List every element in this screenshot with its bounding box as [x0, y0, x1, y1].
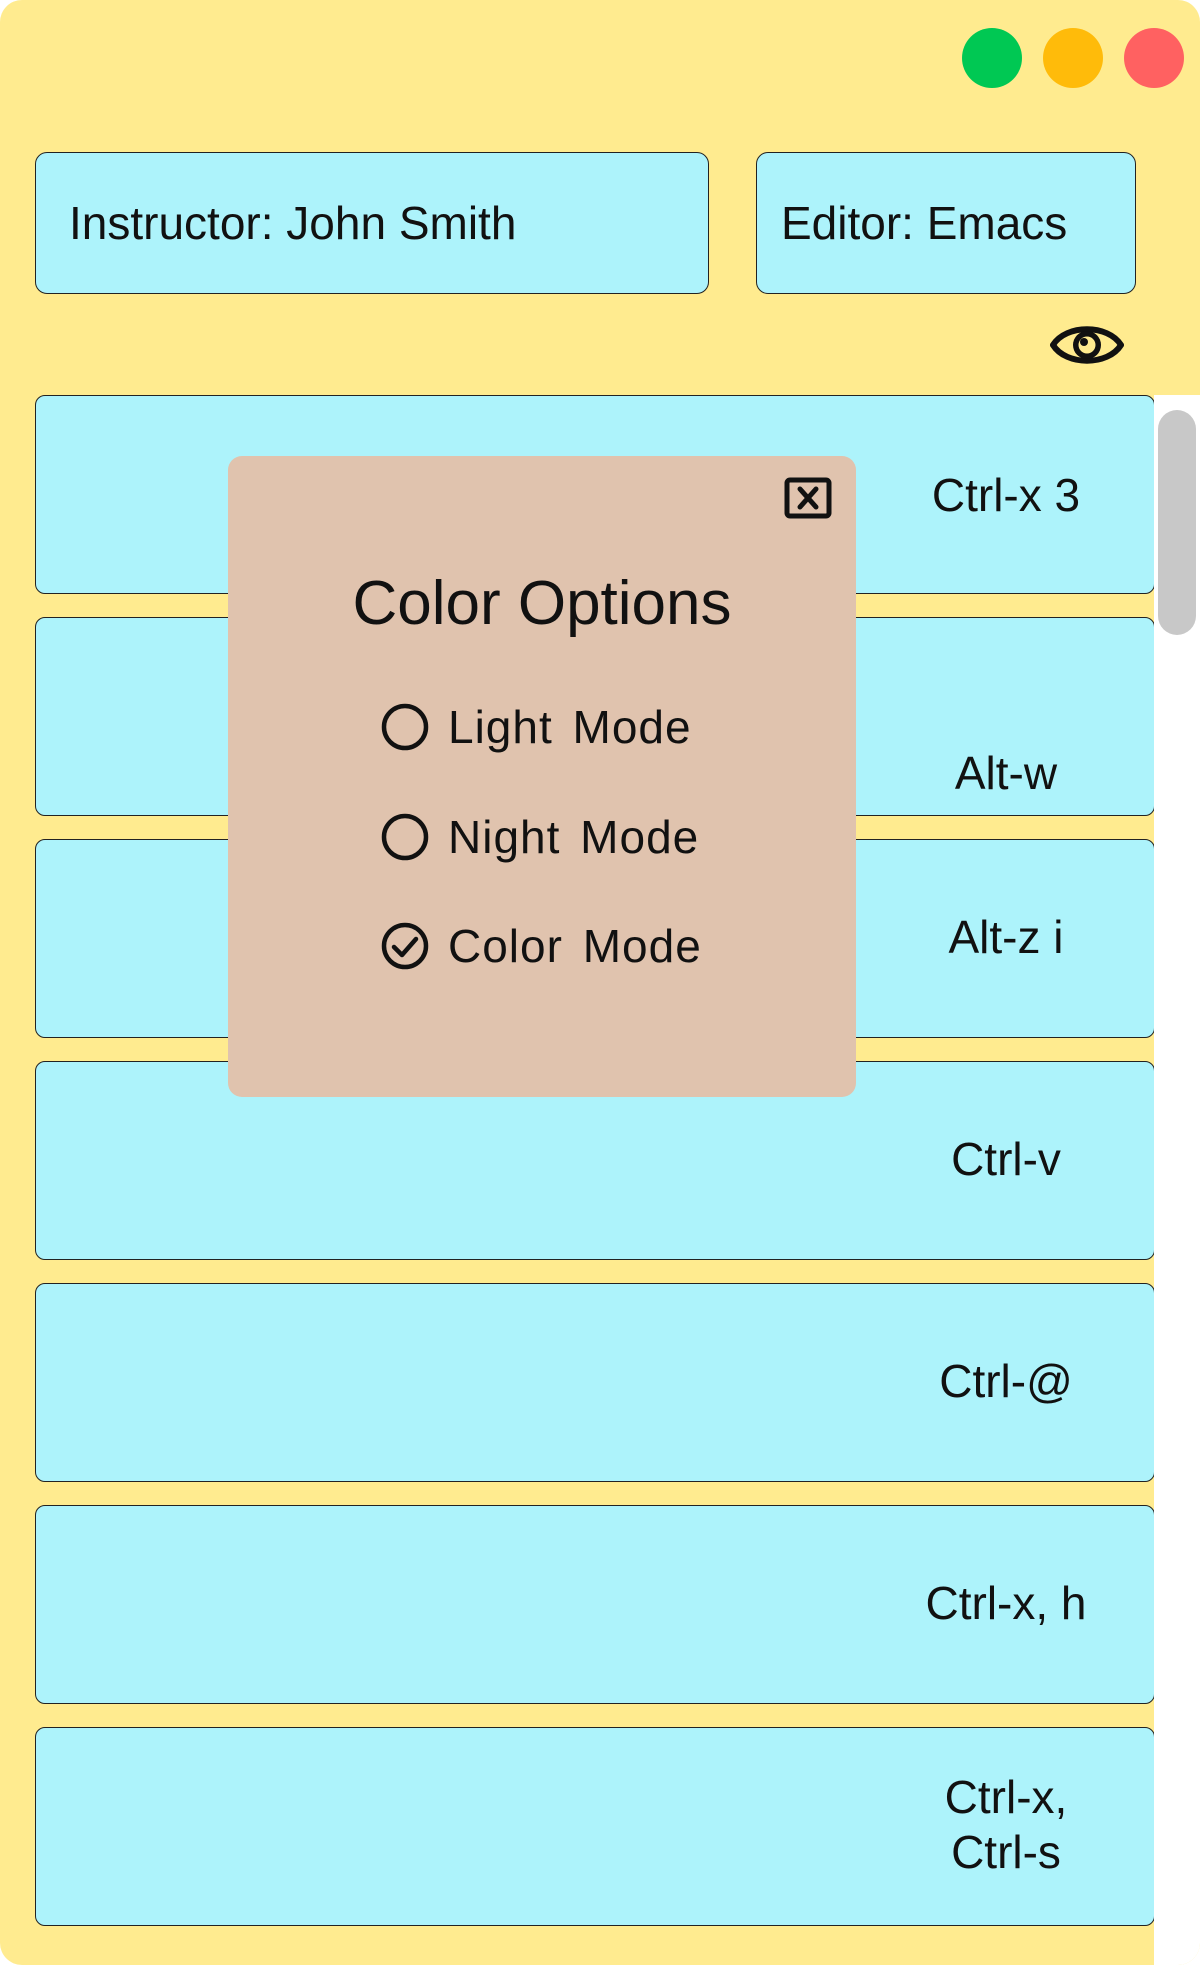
shortcut-label: Alt-w: [954, 747, 1058, 799]
shortcut-label: Ctrl-x, Ctrl-s: [944, 1771, 1068, 1878]
shortcut-row[interactable]: Ctrl-x, h: [35, 1505, 1155, 1704]
option-label: Color Mode: [448, 920, 702, 972]
shortcut-row[interactable]: Ctrl-x, Ctrl-s: [35, 1727, 1155, 1926]
radio-checked-icon: [381, 922, 429, 970]
eye-icon[interactable]: [1050, 318, 1124, 372]
option-label: Night Mode: [448, 811, 700, 863]
editor-label: Editor: Emacs: [756, 152, 1136, 294]
shortcut-label: Alt-z i: [948, 911, 1064, 963]
option-label: Light Mode: [448, 701, 692, 753]
instructor-label: Instructor: John Smith: [35, 152, 709, 294]
window-minimize-button[interactable]: [1043, 28, 1103, 88]
shortcut-label: Ctrl-x, h: [925, 1577, 1087, 1629]
shortcut-row[interactable]: Ctrl-@: [35, 1283, 1155, 1482]
shortcut-label: Ctrl-x 3: [931, 469, 1081, 521]
radio-unchecked-icon: [381, 703, 429, 751]
shortcut-label: Ctrl-v: [951, 1133, 1061, 1185]
shortcut-label: Ctrl-@: [939, 1355, 1073, 1407]
color-options-dialog: Color Options Light Mode Night Mode Colo…: [228, 456, 856, 1097]
dialog-title: Color Options: [352, 569, 732, 638]
scrollbar-thumb[interactable]: [1158, 410, 1196, 635]
window-maximize-button[interactable]: [962, 28, 1022, 88]
light-mode-option[interactable]: Light Mode: [380, 697, 692, 757]
window-close-button[interactable]: [1124, 28, 1184, 88]
app-window: Instructor: John Smith Editor: Emacs Ctr…: [0, 0, 1200, 1965]
radio-unchecked-icon: [381, 813, 429, 861]
night-mode-option[interactable]: Night Mode: [380, 807, 699, 867]
close-box-icon[interactable]: [783, 476, 833, 520]
color-mode-option[interactable]: Color Mode: [380, 916, 702, 976]
